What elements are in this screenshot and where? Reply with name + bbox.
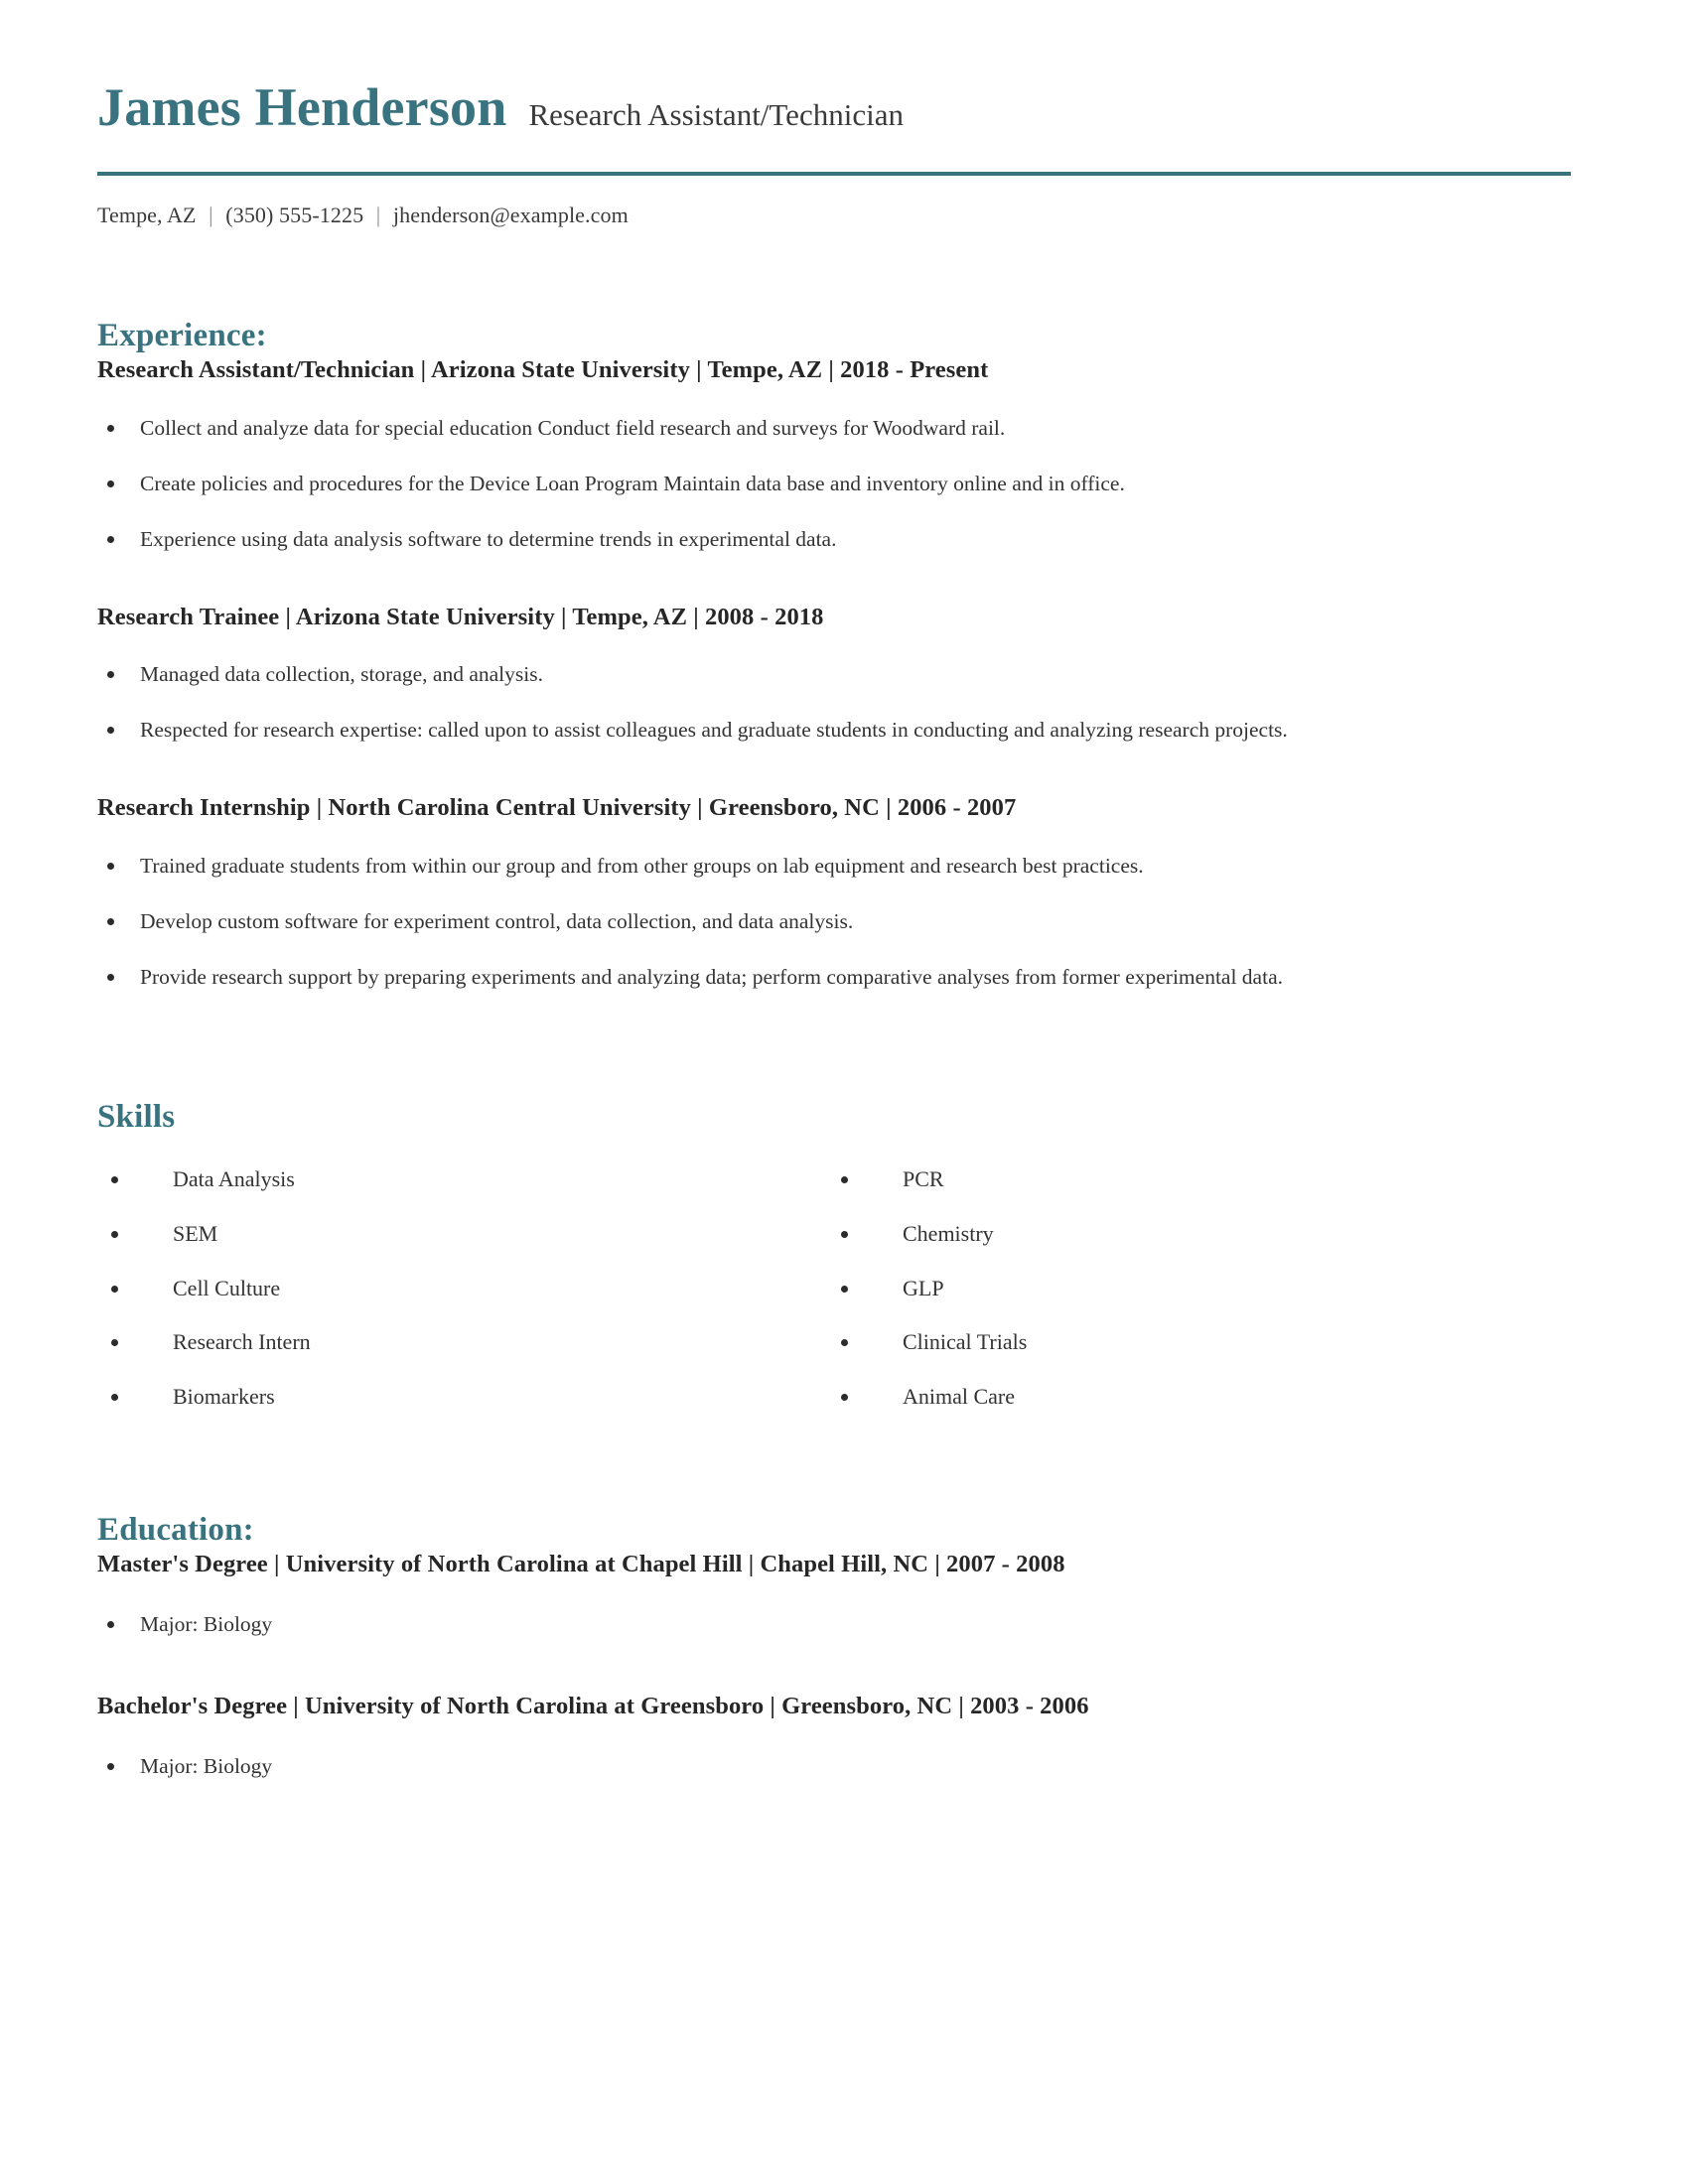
skill-item: Research Intern: [97, 1328, 827, 1357]
skill-item: Clinical Trials: [827, 1328, 1571, 1357]
bullet-item: Provide research support by preparing ex…: [97, 963, 1571, 992]
experience-section: Experience: Research Assistant/Technicia…: [97, 318, 1571, 993]
education-entry: Master's Degree | University of North Ca…: [97, 1549, 1571, 1639]
experience-entry-heading: Research Trainee | Arizona State Univers…: [97, 603, 824, 630]
candidate-name: James Henderson: [97, 77, 507, 137]
bullet-item: Experience using data analysis software …: [97, 525, 1571, 554]
education-section: Education: Master's Degree | University …: [97, 1512, 1571, 1781]
skill-item: Chemistry: [827, 1220, 1571, 1249]
skills-section: Skills Data Analysis SEM Cell Culture Re…: [97, 1099, 1571, 1411]
skill-item: Data Analysis: [97, 1165, 827, 1194]
experience-bullet-list: Trained graduate students from within ou…: [97, 852, 1571, 992]
skills-column-left: Data Analysis SEM Cell Culture Research …: [97, 1165, 827, 1411]
header-divider: [97, 171, 1571, 176]
experience-entry-heading: Research Assistant/Technician | Arizona …: [97, 355, 989, 383]
skill-item: SEM: [97, 1220, 827, 1249]
contact-line: Tempe, AZ | (350) 555-1225 | jhenderson@…: [97, 203, 1571, 228]
experience-section-title: Experience:: [97, 317, 267, 353]
bullet-item: Major: Biology: [97, 1610, 1571, 1639]
education-section-title: Education:: [97, 1512, 254, 1549]
bullet-item: Collect and analyze data for special edu…: [97, 414, 1571, 443]
experience-entry-heading: Research Internship | North Carolina Cen…: [97, 794, 1017, 822]
bullet-item: Create policies and procedures for the D…: [97, 470, 1571, 498]
candidate-headline: Research Assistant/Technician: [528, 97, 904, 132]
skill-item: GLP: [827, 1275, 1571, 1303]
experience-bullet-list: Managed data collection, storage, and an…: [97, 660, 1571, 745]
education-entry-heading: Master's Degree | University of North Ca…: [97, 1551, 1065, 1578]
education-entry-heading: Bachelor's Degree | University of North …: [97, 1693, 1089, 1720]
education-entry: Bachelor's Degree | University of North …: [97, 1691, 1571, 1781]
skills-section-title: Skills: [97, 1099, 176, 1136]
bullet-item: Develop custom software for experiment c…: [97, 907, 1571, 936]
contact-separator-2: |: [375, 202, 381, 227]
experience-entry: Research Assistant/Technician | Arizona …: [97, 354, 1571, 554]
bullet-item: Managed data collection, storage, and an…: [97, 660, 1571, 689]
contact-email: jhenderson@example.com: [392, 202, 629, 227]
education-bullet-list: Major: Biology: [97, 1752, 1571, 1781]
contact-phone: (350) 555-1225: [225, 202, 364, 227]
skill-item: PCR: [827, 1165, 1571, 1194]
skill-item: Cell Culture: [97, 1275, 827, 1303]
experience-entry: Research Internship | North Carolina Cen…: [97, 792, 1571, 992]
bullet-item: Trained graduate students from within ou…: [97, 852, 1571, 881]
skills-grid: Data Analysis SEM Cell Culture Research …: [97, 1165, 1571, 1411]
contact-separator-1: |: [209, 202, 213, 227]
bullet-item: Respected for research expertise: called…: [97, 716, 1571, 745]
bullet-item: Major: Biology: [97, 1752, 1571, 1781]
education-bullet-list: Major: Biology: [97, 1610, 1571, 1639]
resume-page: James Henderson Research Assistant/Techn…: [0, 0, 1688, 2184]
resume-header: James Henderson Research Assistant/Techn…: [97, 62, 1571, 136]
skill-item: Animal Care: [827, 1383, 1571, 1412]
skills-column-right: PCR Chemistry GLP Clinical Trials Animal…: [827, 1165, 1571, 1411]
experience-entry: Research Trainee | Arizona State Univers…: [97, 602, 1571, 746]
skill-item: Biomarkers: [97, 1383, 827, 1412]
contact-location: Tempe, AZ: [97, 202, 197, 227]
experience-bullet-list: Collect and analyze data for special edu…: [97, 414, 1571, 554]
